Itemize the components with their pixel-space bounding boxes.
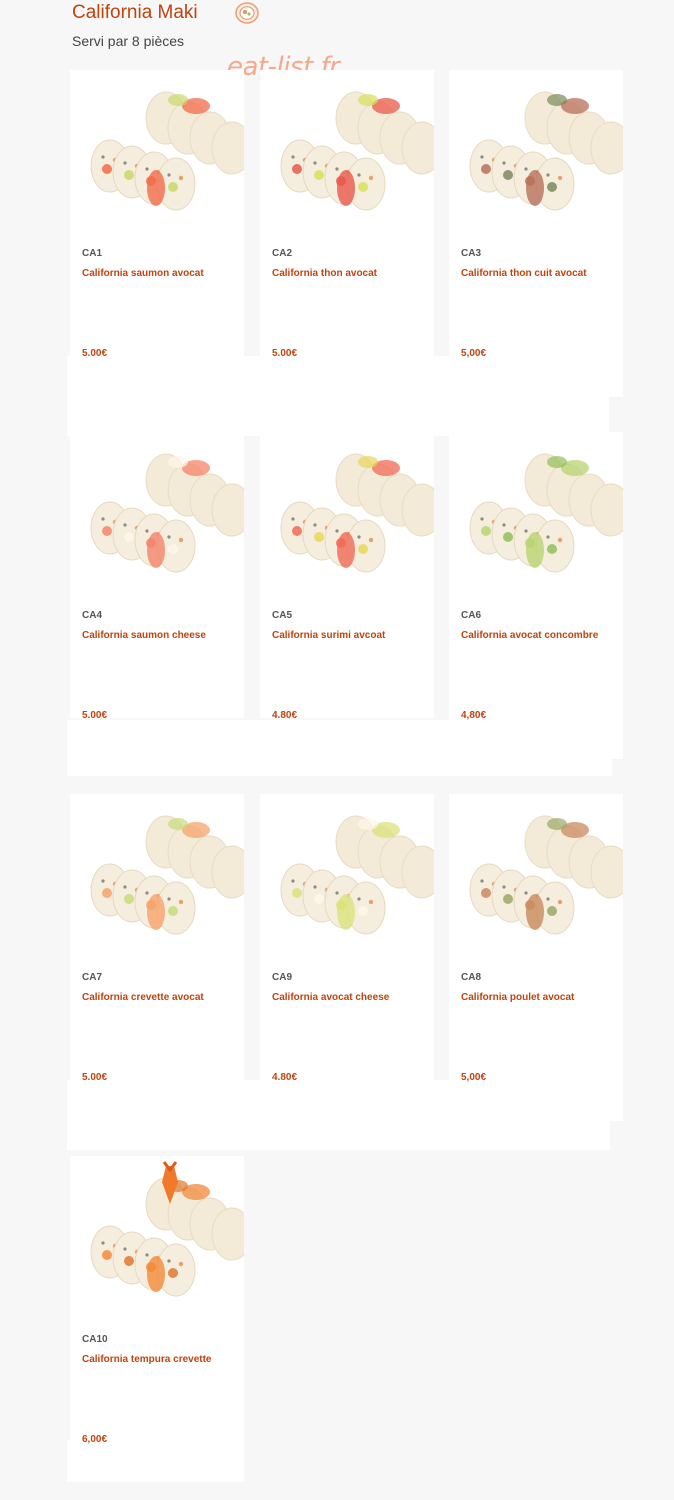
product-price: 5,00€ (82, 348, 108, 356)
product-code: CA9 (272, 972, 293, 983)
product-name[interactable]: California avocat concombre (461, 630, 621, 641)
product-code: CA6 (461, 610, 482, 621)
product-image (449, 794, 623, 960)
product-name[interactable]: California saumon avocat (82, 268, 242, 279)
product-name[interactable]: California avocat cheese (272, 992, 432, 1003)
product-code: CA4 (82, 610, 103, 621)
product-image (70, 794, 244, 960)
maki-icon (235, 2, 259, 24)
product-price: 4,80€ (272, 1072, 298, 1080)
product-name[interactable]: California thon cuit avocat (461, 268, 621, 279)
section-title: California Maki (72, 2, 198, 23)
product-card[interactable]: CA2 California thon avocat 5,00€ (260, 70, 434, 356)
product-price: 5,00€ (82, 710, 108, 718)
product-card[interactable]: CA3 California thon cuit avocat 5,00€ (449, 70, 623, 397)
product-code: CA7 (82, 972, 103, 983)
product-card[interactable]: CA5 California surimi avcoat 4,80€ (260, 432, 434, 718)
product-image (70, 432, 244, 598)
product-name[interactable]: California thon avocat (272, 268, 432, 279)
product-name[interactable]: California saumon cheese (82, 630, 242, 641)
product-code: CA2 (272, 248, 293, 259)
product-code: CA8 (461, 972, 482, 983)
product-name[interactable]: California poulet avocat (461, 992, 621, 1003)
product-price: 5,00€ (272, 348, 298, 356)
product-price: 6,00€ (82, 1434, 108, 1445)
product-image (70, 70, 244, 236)
product-card[interactable]: CA10 California tempura crevette 6,00€ (70, 1156, 244, 1482)
section-header: California Maki Servi par 8 pièces (72, 0, 632, 60)
section-subtitle: Servi par 8 pièces (72, 33, 185, 49)
product-image (260, 794, 434, 960)
product-price: 4,80€ (272, 710, 298, 718)
product-price: 5,00€ (461, 348, 487, 359)
product-name[interactable]: California crevette avocat (82, 992, 242, 1003)
product-card[interactable]: CA4 California saumon cheese 5,00€ (70, 432, 244, 718)
product-card[interactable]: CA9 California avocat cheese 4,80€ (260, 794, 434, 1080)
product-code: CA5 (272, 610, 293, 621)
product-card[interactable]: CA6 California avocat concombre 4,80€ (449, 432, 623, 759)
product-image (449, 70, 623, 236)
product-card[interactable]: CA7 California crevette avocat 5,00€ (70, 794, 244, 1080)
product-name[interactable]: California surimi avcoat (272, 630, 432, 641)
product-card[interactable]: CA8 California poulet avocat 5,00€ (449, 794, 623, 1121)
product-card[interactable]: CA1 California saumon avocat 5,00€ (70, 70, 244, 356)
product-image (449, 432, 623, 598)
product-code: CA1 (82, 248, 103, 259)
product-price: 4,80€ (461, 710, 487, 721)
product-image (260, 432, 434, 598)
product-name[interactable]: California tempura crevette (82, 1354, 242, 1365)
product-code: CA10 (82, 1334, 108, 1345)
product-price: 5,00€ (82, 1072, 108, 1080)
product-image (70, 1156, 244, 1322)
product-image (260, 70, 434, 236)
product-code: CA3 (461, 248, 482, 259)
product-price: 5,00€ (461, 1072, 487, 1083)
